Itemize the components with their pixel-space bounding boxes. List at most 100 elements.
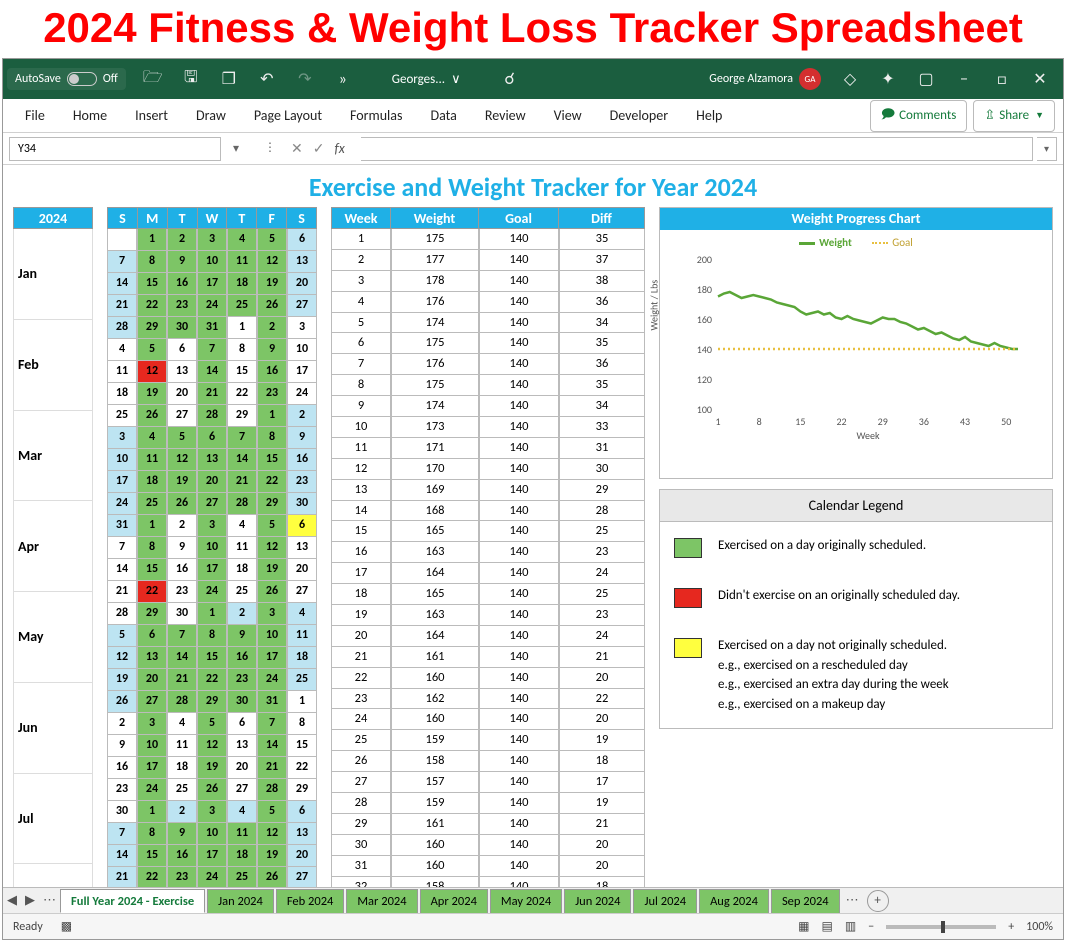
calendar-cell[interactable]: 13	[197, 449, 227, 471]
wt-cell[interactable]: 140	[479, 417, 559, 438]
calendar-cell[interactable]: 26	[167, 493, 197, 515]
wt-cell[interactable]: 5	[331, 313, 391, 334]
ribbon-tab-developer[interactable]: Developer	[596, 99, 682, 132]
calendar-cell[interactable]: 16	[257, 361, 287, 383]
wt-cell[interactable]: 19	[331, 605, 391, 626]
wt-cell[interactable]: 140	[479, 647, 559, 668]
zoom-in-icon[interactable]: +	[1008, 920, 1014, 934]
wt-cell[interactable]: 22	[331, 668, 391, 689]
calendar-cell[interactable]: 10	[107, 449, 137, 471]
wt-cell[interactable]: 30	[331, 835, 391, 856]
calendar-cell[interactable]: 12	[257, 537, 287, 559]
calendar-cell[interactable]: 30	[107, 801, 137, 823]
calendar-cell[interactable]: 27	[197, 493, 227, 515]
undo-icon[interactable]: ↶	[248, 63, 286, 95]
calendar-cell[interactable]: 20	[197, 471, 227, 493]
calendar-cell[interactable]: 7	[107, 251, 137, 273]
calendar-cell[interactable]: 26	[197, 779, 227, 801]
calendar-cell[interactable]: 14	[107, 845, 137, 867]
wt-cell[interactable]: 161	[391, 647, 479, 668]
open-icon[interactable]: 🗁	[134, 63, 172, 95]
app-icon[interactable]: ✦	[869, 63, 907, 95]
calendar-cell[interactable]: 12	[107, 647, 137, 669]
wt-cell[interactable]: 24	[559, 563, 645, 584]
calendar-cell[interactable]: 3	[257, 603, 287, 625]
calendar-cell[interactable]: 14	[197, 361, 227, 383]
diamond-icon[interactable]: ◇	[831, 63, 869, 95]
wt-cell[interactable]: 140	[479, 751, 559, 772]
calendar-cell[interactable]: 17	[257, 647, 287, 669]
wt-cell[interactable]: 35	[559, 375, 645, 396]
calendar-cell[interactable]: 18	[167, 757, 197, 779]
calendar-cell[interactable]: 4	[287, 603, 317, 625]
calendar-cell[interactable]: 22	[287, 757, 317, 779]
calendar-cell[interactable]: 1	[137, 801, 167, 823]
calendar-cell[interactable]: 5	[257, 801, 287, 823]
wt-cell[interactable]: 26	[331, 751, 391, 772]
calendar-cell[interactable]: 25	[227, 295, 257, 317]
ribbon-tab-view[interactable]: View	[540, 99, 596, 132]
calendar-cell[interactable]: 2	[287, 405, 317, 427]
wt-cell[interactable]: 14	[331, 501, 391, 522]
calendar-cell[interactable]: 2	[227, 603, 257, 625]
calendar-cell[interactable]	[107, 229, 137, 251]
calendar-cell[interactable]: 15	[197, 647, 227, 669]
calendar-cell[interactable]: 23	[107, 779, 137, 801]
calendar-cell[interactable]: 17	[107, 471, 137, 493]
wt-cell[interactable]: 140	[479, 563, 559, 584]
ribbon-tab-data[interactable]: Data	[416, 99, 470, 132]
zoom-out-icon[interactable]: −	[868, 920, 874, 934]
calendar-cell[interactable]: 12	[167, 449, 197, 471]
calendar-cell[interactable]: 21	[197, 383, 227, 405]
calendar-cell[interactable]: 2	[257, 317, 287, 339]
calendar-cell[interactable]: 8	[137, 537, 167, 559]
calendar-cell[interactable]: 6	[227, 713, 257, 735]
wt-cell[interactable]: 25	[559, 521, 645, 542]
wt-cell[interactable]: 159	[391, 730, 479, 751]
calendar-cell[interactable]: 29	[197, 691, 227, 713]
calendar-cell[interactable]: 13	[287, 537, 317, 559]
calendar-cell[interactable]: 24	[197, 295, 227, 317]
calendar-cell[interactable]: 11	[227, 823, 257, 845]
calendar-cell[interactable]: 18	[137, 471, 167, 493]
calendar-cell[interactable]: 3	[197, 801, 227, 823]
calendar-cell[interactable]: 21	[227, 471, 257, 493]
wt-cell[interactable]: 1	[331, 229, 391, 250]
wt-cell[interactable]: 36	[559, 354, 645, 375]
wt-cell[interactable]: 160	[391, 856, 479, 877]
calendar-cell[interactable]: 9	[287, 427, 317, 449]
calendar-cell[interactable]: 6	[167, 339, 197, 361]
calendar-cell[interactable]: 24	[287, 383, 317, 405]
calendar-cell[interactable]: 21	[107, 581, 137, 603]
wt-cell[interactable]: 140	[479, 542, 559, 563]
wt-cell[interactable]: 22	[559, 689, 645, 710]
sheet-area[interactable]: Exercise and Weight Tracker for Year 202…	[3, 165, 1063, 939]
calendar-cell[interactable]: 10	[257, 625, 287, 647]
wt-cell[interactable]: 140	[479, 229, 559, 250]
save-copy-icon[interactable]: ❐	[210, 63, 248, 95]
calendar-cell[interactable]: 22	[197, 669, 227, 691]
calendar-cell[interactable]: 25	[167, 779, 197, 801]
calendar-cell[interactable]: 21	[257, 757, 287, 779]
calendar-cell[interactable]: 20	[227, 757, 257, 779]
calendar-cell[interactable]: 19	[257, 559, 287, 581]
calendar-cell[interactable]: 11	[227, 251, 257, 273]
calendar-cell[interactable]: 28	[257, 779, 287, 801]
calendar-cell[interactable]: 20	[287, 845, 317, 867]
wt-cell[interactable]: 20	[331, 626, 391, 647]
calendar-cell[interactable]: 24	[197, 867, 227, 889]
calendar-cell[interactable]: 27	[287, 867, 317, 889]
calendar-cell[interactable]: 31	[257, 691, 287, 713]
calendar-cell[interactable]: 12	[257, 251, 287, 273]
sheet-tab[interactable]: Jul 2024	[633, 889, 697, 913]
calendar-cell[interactable]: 8	[137, 251, 167, 273]
calendar-cell[interactable]: 15	[137, 559, 167, 581]
wt-cell[interactable]: 20	[559, 856, 645, 877]
wt-cell[interactable]: 140	[479, 271, 559, 292]
wt-cell[interactable]: 173	[391, 417, 479, 438]
wt-cell[interactable]: 35	[559, 333, 645, 354]
calendar-cell[interactable]: 25	[227, 867, 257, 889]
calendar-cell[interactable]: 7	[197, 339, 227, 361]
overflow-icon[interactable]: »	[324, 63, 362, 95]
zoom-level[interactable]: 100%	[1026, 920, 1053, 934]
